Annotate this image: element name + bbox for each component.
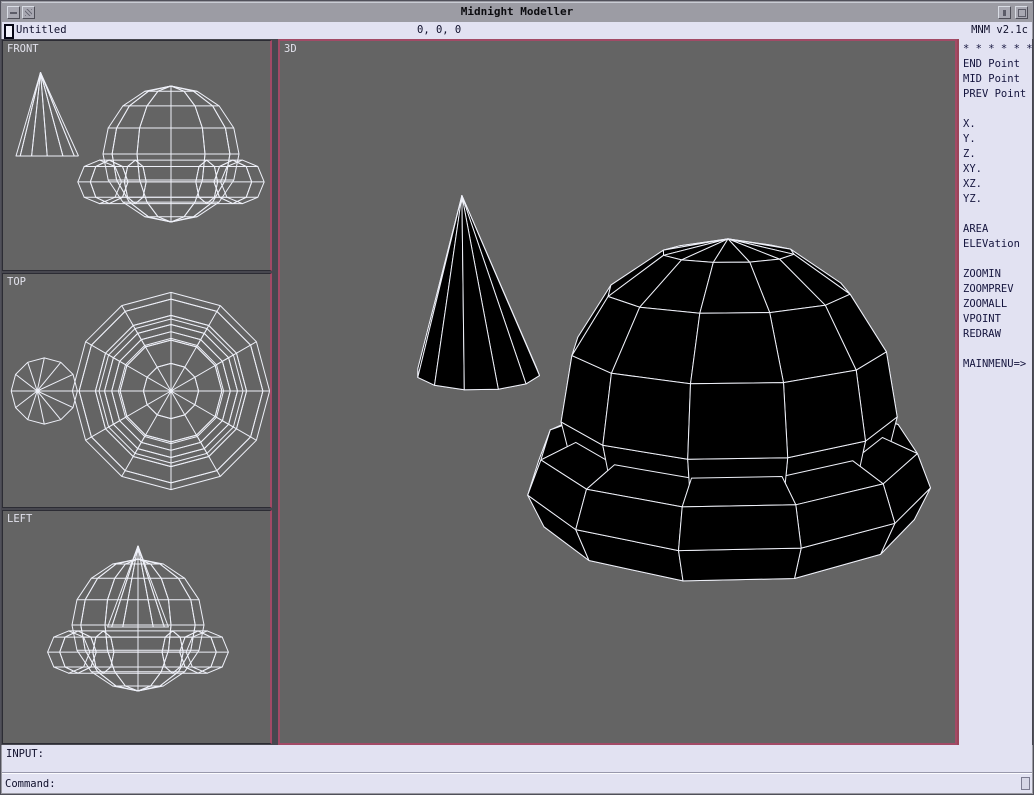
window-sticky-button[interactable] — [22, 6, 35, 19]
menu-spacer — [959, 102, 1032, 117]
app-version-label: MNM v2.1c — [971, 24, 1028, 36]
menu-item-vpoint[interactable]: VPOINT — [959, 312, 1032, 327]
viewport-left-label: LEFT — [7, 513, 32, 525]
text-cursor — [4, 24, 14, 39]
viewport-3d[interactable]: 3D — [278, 39, 957, 745]
menu-item-z[interactable]: Z. — [959, 147, 1032, 162]
menu-item-redraw[interactable]: REDRAW — [959, 327, 1032, 342]
filename-label: Untitled — [16, 24, 67, 36]
input-prompt[interactable]: INPUT: — [6, 748, 44, 760]
window-titlebar[interactable]: Midnight Modeller — [2, 2, 1032, 23]
menu-item-xy[interactable]: XY. — [959, 162, 1032, 177]
window-menu-button[interactable] — [7, 6, 20, 19]
menu-spacer — [959, 207, 1032, 222]
console-divider — [2, 772, 1032, 774]
left-wireframe-canvas — [3, 511, 270, 743]
menu-item-zoomprev[interactable]: ZOOMPREV — [959, 282, 1032, 297]
menu-item-midpoint[interactable]: MID Point — [959, 72, 1032, 87]
viewport-top-label: TOP — [7, 276, 26, 288]
viewport-front[interactable]: FRONT — [2, 40, 272, 271]
app-window: Midnight Modeller Untitled 0, 0, 0 MNM v… — [0, 0, 1034, 795]
menu-bar-icon — [10, 12, 17, 14]
command-menu: * * * * * *END PointMID PointPREV Point X… — [957, 39, 1032, 745]
menu-item-prevpoint[interactable]: PREV Point — [959, 87, 1032, 102]
menu-item-endpoint[interactable]: END Point — [959, 57, 1032, 72]
command-prompt[interactable]: Command: — [5, 778, 56, 790]
minimize-icon — [1003, 10, 1006, 16]
menu-item-zoomin[interactable]: ZOOMIN — [959, 267, 1032, 282]
menu-spacer — [959, 252, 1032, 267]
console-area: INPUT: Command: — [2, 745, 1032, 793]
top-wireframe-canvas — [3, 274, 270, 507]
window-title: Midnight Modeller — [461, 5, 574, 18]
viewport-3d-label: 3D — [284, 43, 297, 55]
menu-item-yz[interactable]: YZ. — [959, 192, 1032, 207]
perspective-render-canvas — [280, 41, 955, 743]
window-minimize-button[interactable] — [998, 6, 1011, 19]
maximize-icon — [1018, 9, 1026, 17]
menu-item-x[interactable]: X. — [959, 117, 1032, 132]
menu-item-elevation[interactable]: ELEVation — [959, 237, 1032, 252]
sticky-pattern-icon — [25, 9, 32, 16]
menu-spacer — [959, 342, 1032, 357]
coordinates-readout: 0, 0, 0 — [417, 24, 461, 36]
viewport-left[interactable]: LEFT — [2, 510, 272, 744]
viewport-top[interactable]: TOP — [2, 273, 272, 508]
resize-grip[interactable] — [1021, 777, 1030, 790]
viewport-front-label: FRONT — [7, 43, 39, 55]
menu-item-area[interactable]: AREA — [959, 222, 1032, 237]
menu-item-mainmenu[interactable]: MAINMENU=> — [959, 357, 1032, 372]
menu-item-stars[interactable]: * * * * * * — [959, 42, 1032, 57]
menu-item-xz[interactable]: XZ. — [959, 177, 1032, 192]
window-maximize-button[interactable] — [1015, 6, 1028, 19]
front-wireframe-canvas — [3, 41, 270, 270]
status-bar: Untitled 0, 0, 0 MNM v2.1c — [2, 22, 1032, 39]
menu-item-zoomall[interactable]: ZOOMALL — [959, 297, 1032, 312]
menu-item-y[interactable]: Y. — [959, 132, 1032, 147]
